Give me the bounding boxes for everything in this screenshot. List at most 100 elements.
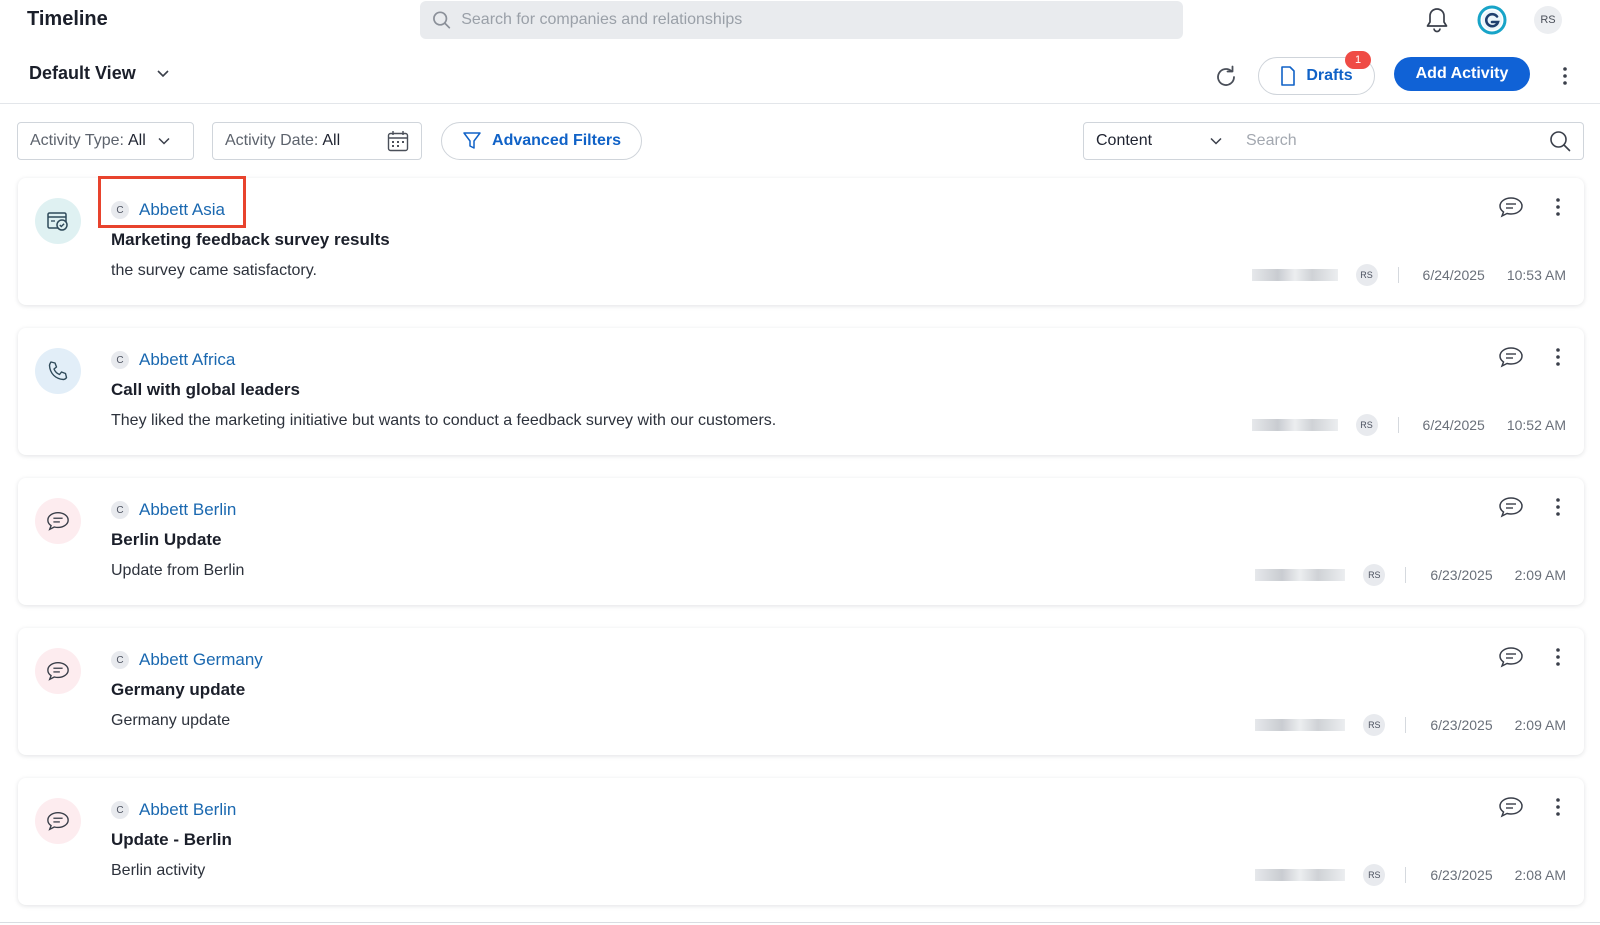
company-link[interactable]: Abbett Africa: [139, 350, 235, 370]
filter-icon: [463, 132, 481, 149]
activity-title: Berlin Update: [111, 530, 222, 549]
divider: [1405, 867, 1407, 883]
redacted-author: [1251, 419, 1338, 431]
comment-icon[interactable]: [1498, 646, 1524, 668]
search-icon[interactable]: [1549, 130, 1571, 152]
divider: [1397, 267, 1399, 283]
chat-icon: [35, 648, 81, 694]
activity-title: Update - Berlin: [111, 830, 232, 849]
activity-date-filter[interactable]: Activity Date: All: [212, 122, 422, 160]
company-link[interactable]: Abbett Berlin: [139, 800, 236, 820]
company-type-badge: C: [111, 501, 129, 519]
content-select-value: Content: [1096, 132, 1153, 149]
divider: [1405, 717, 1407, 733]
notification-bell-icon[interactable]: [1424, 6, 1450, 34]
more-options-icon[interactable]: [1550, 496, 1566, 518]
activity-card[interactable]: C Abbett Berlin Berlin Update Update fro…: [18, 478, 1584, 605]
company-type-badge: C: [111, 651, 129, 669]
activity-time: 2:08 AM: [1514, 867, 1566, 883]
divider: [1397, 417, 1399, 433]
user-avatar[interactable]: RS: [1534, 6, 1562, 34]
page-title: Timeline: [27, 8, 108, 30]
company-type-badge: C: [111, 801, 129, 819]
author-avatar: RS: [1363, 864, 1386, 886]
more-options-icon[interactable]: [1550, 796, 1566, 818]
activity-search[interactable]: [1234, 122, 1584, 160]
activity-date: 6/23/2025: [1430, 867, 1493, 883]
activity-meta: RS 6/23/2025 2:09 AM: [1255, 564, 1566, 586]
activity-description: They liked the marketing initiative but …: [111, 412, 777, 429]
activity-time: 2:09 AM: [1514, 567, 1566, 583]
activity-description: Germany update: [111, 712, 231, 729]
author-avatar: RS: [1363, 714, 1386, 736]
activity-date: 6/24/2025: [1422, 417, 1485, 433]
view-label: Default View: [29, 63, 136, 83]
comment-icon[interactable]: [1498, 496, 1524, 518]
activity-date: 6/23/2025: [1430, 717, 1493, 733]
view-selector[interactable]: Default View: [29, 63, 170, 84]
activity-description: Berlin activity: [111, 862, 206, 879]
comment-icon[interactable]: [1498, 796, 1524, 818]
activity-search-input[interactable]: [1246, 132, 1526, 150]
chevron-down-icon: [1210, 137, 1222, 145]
author-avatar: RS: [1355, 264, 1378, 286]
content-select[interactable]: Content: [1083, 122, 1235, 160]
more-options-icon[interactable]: [1550, 646, 1566, 668]
refresh-icon[interactable]: [1212, 63, 1240, 91]
activity-time: 10:52 AM: [1506, 417, 1566, 433]
comment-icon[interactable]: [1498, 346, 1524, 368]
author-avatar: RS: [1355, 414, 1378, 436]
redacted-author: [1255, 569, 1346, 581]
g-logo-icon[interactable]: [1477, 5, 1507, 35]
more-options-icon[interactable]: [1550, 196, 1566, 218]
top-bar: Timeline RS Default View Drafts 1 Add Ac…: [0, 0, 1600, 104]
redacted-author: [1255, 719, 1346, 731]
company-link[interactable]: Abbett Germany: [139, 650, 263, 670]
calendar-icon: [387, 131, 409, 152]
activity-meta: RS 6/23/2025 2:08 AM: [1255, 864, 1566, 886]
activity-date: 6/23/2025: [1430, 567, 1493, 583]
chat-icon: [35, 498, 81, 544]
activity-date: 6/24/2025: [1422, 267, 1485, 283]
phone-icon: [35, 348, 81, 394]
activity-card[interactable]: C Abbett Germany Germany update Germany …: [18, 628, 1584, 755]
activity-date-label: Activity Date:: [225, 132, 319, 149]
drafts-count-badge: 1: [1345, 51, 1371, 69]
activity-time: 2:09 AM: [1514, 717, 1566, 733]
more-options-icon[interactable]: [1557, 65, 1573, 87]
activity-meta: RS 6/23/2025 2:09 AM: [1255, 714, 1566, 736]
activity-card[interactable]: C Abbett Asia Marketing feedback survey …: [18, 176, 1584, 305]
global-search[interactable]: [420, 1, 1183, 39]
company-link[interactable]: Abbett Berlin: [139, 500, 236, 520]
search-icon: [433, 11, 451, 29]
activity-time: 10:53 AM: [1506, 267, 1566, 283]
chat-icon: [35, 798, 81, 844]
activity-meta: RS 6/24/2025 10:52 AM: [1251, 414, 1566, 436]
company-type-badge: C: [111, 351, 129, 369]
chevron-down-icon: [157, 69, 169, 77]
comment-icon[interactable]: [1498, 196, 1524, 218]
drafts-label: Drafts: [1306, 67, 1353, 84]
activity-title: Germany update: [111, 680, 246, 699]
bottom-divider: [0, 922, 1600, 923]
activity-type-label: Activity Type:: [30, 132, 124, 149]
advanced-filters-button[interactable]: Advanced Filters: [441, 122, 642, 160]
activity-title: Call with global leaders: [111, 380, 300, 399]
activity-card[interactable]: C Abbett Berlin Update - Berlin Berlin a…: [18, 778, 1584, 905]
activity-meta: RS 6/24/2025 10:53 AM: [1251, 264, 1566, 286]
activity-card[interactable]: C Abbett Africa Call with global leaders…: [18, 328, 1584, 455]
author-avatar: RS: [1363, 564, 1386, 586]
activity-description: the survey came satisfactory.: [111, 262, 317, 279]
add-activity-button[interactable]: Add Activity: [1394, 57, 1530, 91]
redacted-author: [1251, 269, 1338, 281]
meeting-icon: [35, 198, 81, 244]
activity-description: Update from Berlin: [111, 562, 245, 579]
global-search-input[interactable]: [461, 11, 1183, 29]
redacted-author: [1255, 869, 1346, 881]
more-options-icon[interactable]: [1550, 346, 1566, 368]
activity-type-value: All: [127, 132, 146, 149]
activity-type-filter[interactable]: Activity Type: All: [17, 122, 194, 160]
advanced-filters-label: Advanced Filters: [492, 132, 621, 149]
company-link[interactable]: Abbett Asia: [139, 200, 225, 220]
activity-date-value: All: [322, 132, 341, 149]
